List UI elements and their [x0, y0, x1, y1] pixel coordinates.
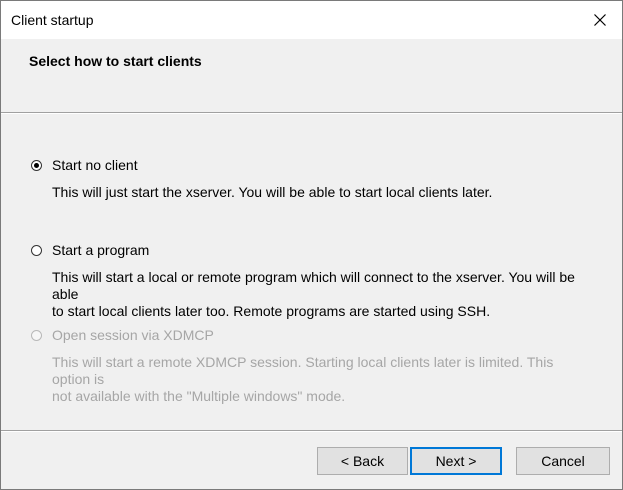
description-line: This will start a local or remote progra… [52, 269, 575, 302]
option-description: This will start a local or remote progra… [52, 269, 592, 320]
client-startup-dialog: Client startup Select how to start clien… [0, 0, 623, 490]
cancel-button[interactable]: Cancel [516, 447, 610, 475]
radio-start-no-client[interactable]: Start no client [31, 157, 138, 173]
close-button[interactable] [578, 1, 622, 39]
description-line: This will start a remote XDMCP session. … [52, 354, 554, 387]
description-line: not available with the "Multiple windows… [52, 388, 346, 404]
radio-button-disabled [31, 329, 42, 341]
next-button[interactable]: Next > [410, 447, 502, 475]
option-label: Open session via XDMCP [52, 327, 214, 343]
option-start-a-program[interactable]: Start a program [31, 242, 149, 258]
window-title: Client startup [11, 12, 94, 28]
radio-button-checked[interactable] [31, 159, 42, 171]
footer-divider-highlight [1, 431, 622, 432]
title-bar: Client startup [1, 1, 622, 39]
option-open-session-xdmcp: Open session via XDMCP [31, 327, 214, 343]
option-start-no-client[interactable]: Start no client [31, 157, 138, 173]
radio-start-a-program[interactable]: Start a program [31, 242, 149, 258]
wizard-header: Select how to start clients [1, 39, 622, 114]
option-label[interactable]: Start no client [52, 157, 138, 173]
back-button[interactable]: < Back [317, 447, 408, 475]
page-heading: Select how to start clients [29, 53, 202, 69]
option-description: This will just start the xserver. You wi… [52, 184, 493, 200]
option-description: This will start a remote XDMCP session. … [52, 354, 592, 405]
description-line: to start local clients later too. Remote… [52, 303, 491, 319]
option-label[interactable]: Start a program [52, 242, 149, 258]
close-icon [594, 14, 606, 26]
radio-open-session-xdmcp: Open session via XDMCP [31, 327, 214, 343]
radio-button[interactable] [31, 244, 42, 256]
